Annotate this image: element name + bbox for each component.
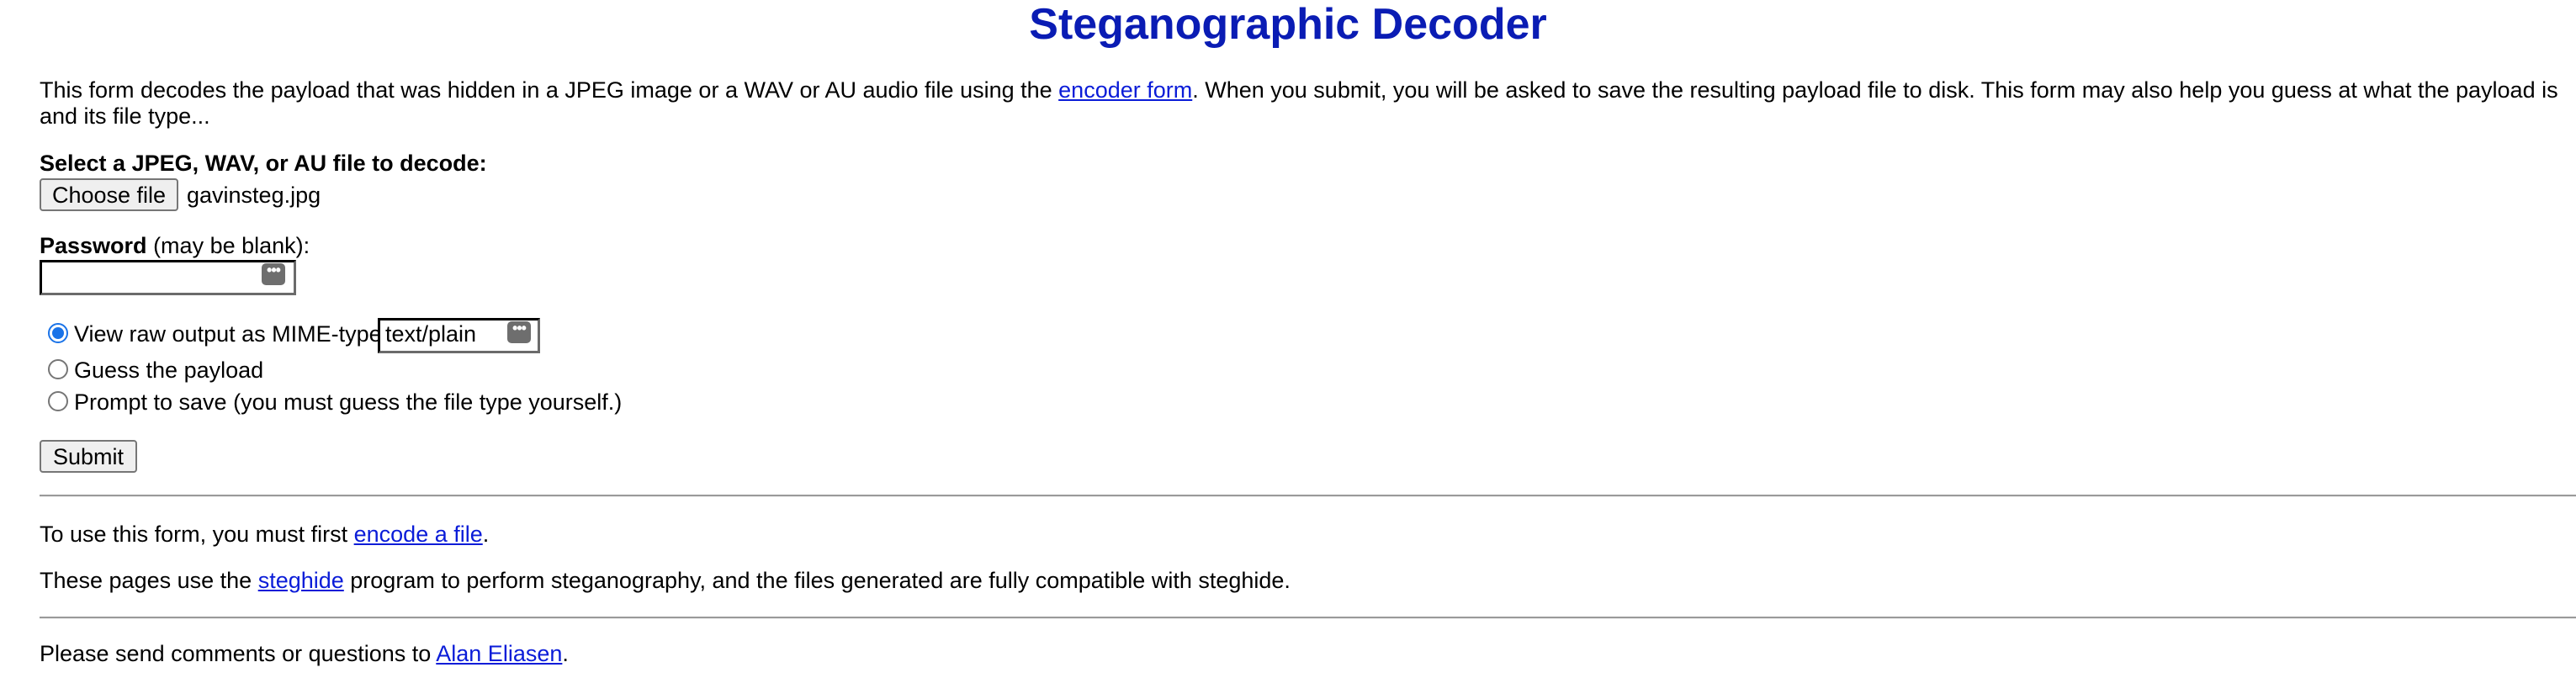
contact-paragraph: Please send comments or questions to Ala… <box>40 641 569 667</box>
steghide-text-after: program to perform steganography, and th… <box>343 568 1291 593</box>
author-email-link[interactable]: Alan Eliasen <box>436 641 562 666</box>
choose-file-button[interactable]: Choose file <box>40 178 178 211</box>
encode-text-after: . <box>482 522 490 547</box>
password-label-bold: Password <box>40 233 147 258</box>
file-field-label: Select a JPEG, WAV, or AU file to decode… <box>40 151 487 176</box>
intro-paragraph: This form decodes the payload that was h… <box>40 77 2576 130</box>
mime-type-value: text/plain <box>385 321 477 347</box>
radio-view-raw-label: View raw output as MIME-type <box>74 321 382 347</box>
password-label: Password (may be blank): <box>40 233 310 259</box>
divider <box>40 495 2576 497</box>
key-icon[interactable]: ••• <box>507 320 531 343</box>
radio-guess-payload[interactable] <box>48 359 68 379</box>
page-title: Steganographic Decoder <box>1029 0 1547 49</box>
contact-text-after: . <box>562 641 569 666</box>
radio-prompt-save-label: Prompt to save (you must guess the file … <box>74 389 623 415</box>
intro-text-before: This form decodes the payload that was h… <box>40 77 1059 103</box>
divider <box>40 617 2576 619</box>
contact-text-before: Please send comments or questions to <box>40 641 437 666</box>
key-icon[interactable]: ••• <box>262 262 285 285</box>
steghide-text-before: These pages use the <box>40 568 258 593</box>
encode-paragraph: To use this form, you must first encode … <box>40 522 489 548</box>
selected-file-name: gavinsteg.jpg <box>187 183 321 208</box>
radio-guess-payload-label: Guess the payload <box>74 358 264 383</box>
radio-view-raw[interactable] <box>48 323 68 343</box>
radio-prompt-save[interactable] <box>48 391 68 411</box>
password-input[interactable] <box>40 260 296 295</box>
steghide-paragraph: These pages use the steghide program to … <box>40 568 1291 594</box>
encode-file-link[interactable]: encode a file <box>354 522 483 547</box>
password-label-rest: (may be blank): <box>146 233 310 258</box>
steghide-link[interactable]: steghide <box>258 568 344 593</box>
submit-button[interactable]: Submit <box>40 440 137 473</box>
encoder-form-link[interactable]: encoder form <box>1058 77 1192 103</box>
encode-text-before: To use this form, you must first <box>40 522 354 547</box>
